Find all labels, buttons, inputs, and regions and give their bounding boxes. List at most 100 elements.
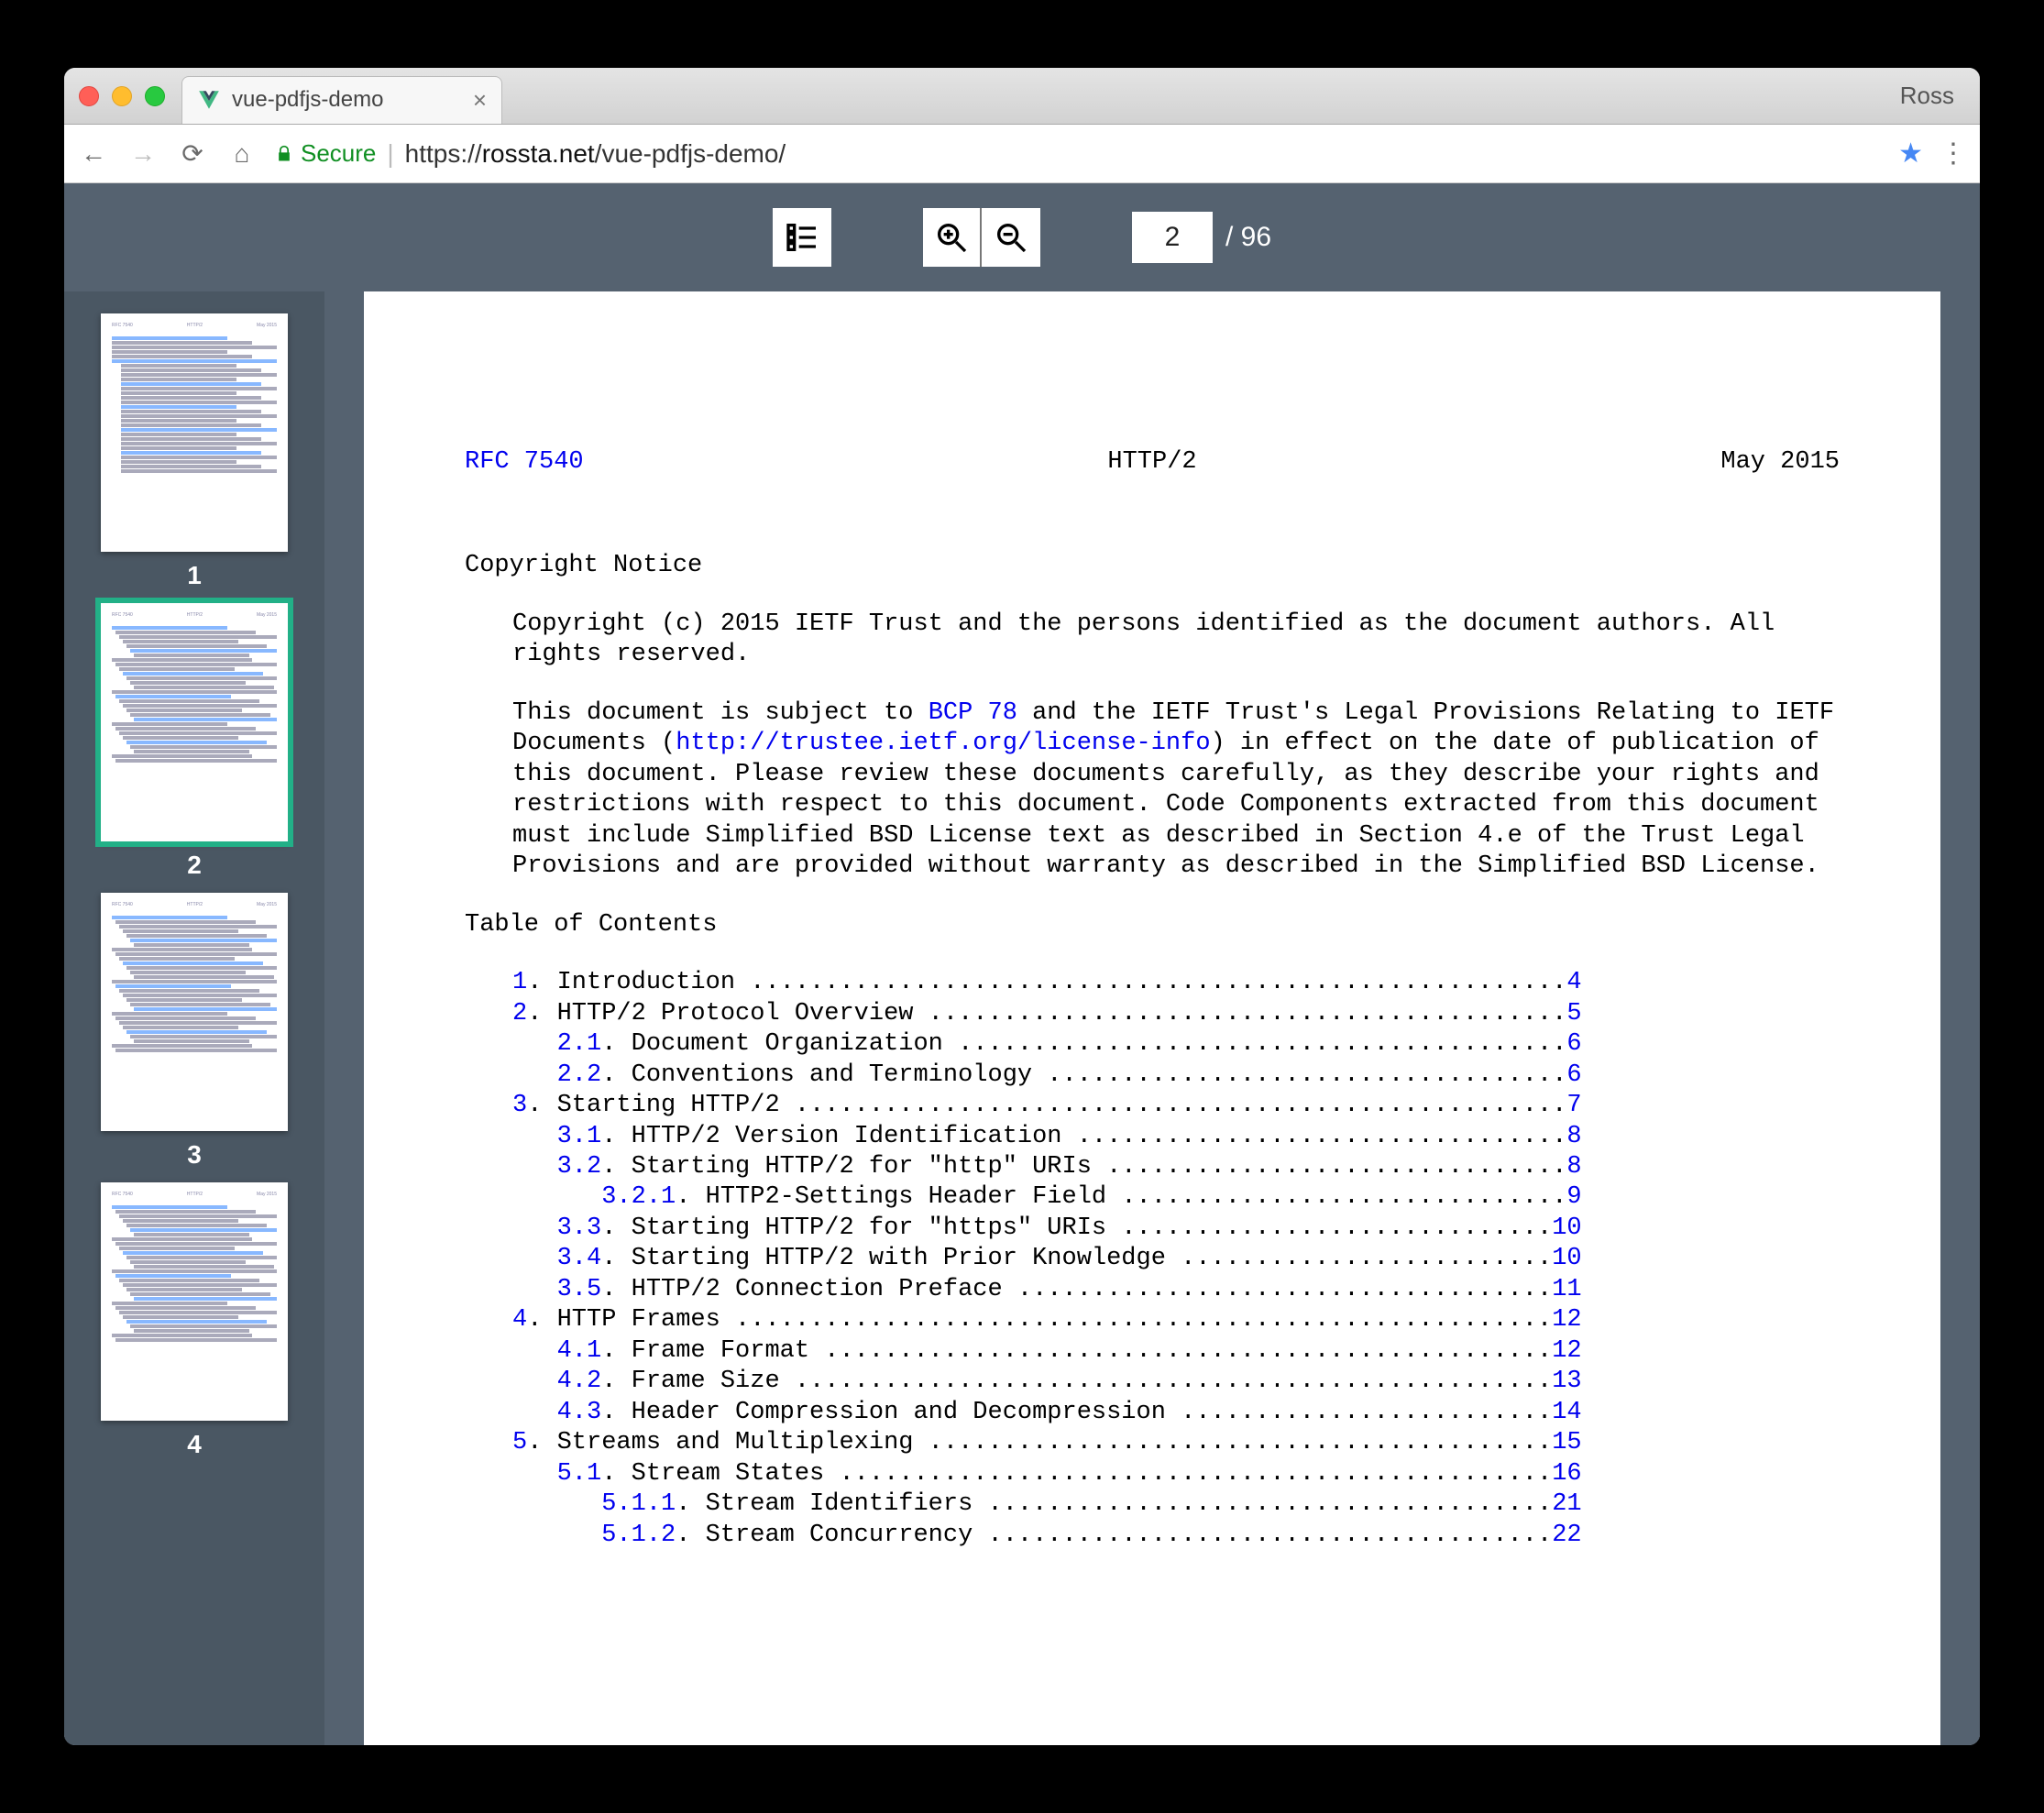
toc-page-link[interactable]: 11 xyxy=(1552,1276,1581,1303)
toc-page-link[interactable]: 6 xyxy=(1566,1061,1581,1089)
bcp78-link[interactable]: BCP 78 xyxy=(929,699,1017,727)
thumbnail-page-3[interactable]: RFC 7540HTTP/2May 2015 xyxy=(101,893,288,1131)
pdf-page: RFC 7540 HTTP/2 May 2015 Copyright Notic… xyxy=(364,291,1940,1745)
zoom-in-icon xyxy=(933,219,970,256)
toc-section-link[interactable]: 4.2 xyxy=(557,1368,602,1395)
toc-entry: 3.3. Starting HTTP/2 for "https" URIs ..… xyxy=(512,1214,1840,1244)
thumbnail-label: 4 xyxy=(187,1430,202,1459)
toc-section-link[interactable]: 3.1 xyxy=(557,1123,602,1150)
zoom-out-button[interactable] xyxy=(982,208,1040,267)
tab-title: vue-pdfjs-demo xyxy=(232,87,383,113)
profile-label[interactable]: Ross xyxy=(1900,82,1954,110)
titlebar: vue-pdfjs-demo × Ross xyxy=(64,68,1980,125)
toggle-thumbnails-button[interactable] xyxy=(773,208,831,267)
toc-entry: 3.4. Starting HTTP/2 with Prior Knowledg… xyxy=(512,1244,1840,1274)
table-of-contents: 1. Introduction ........................… xyxy=(465,968,1840,1551)
copyright-heading: Copyright Notice xyxy=(465,551,1840,581)
toc-page-link[interactable]: 9 xyxy=(1566,1183,1581,1211)
toc-section-link[interactable]: 3 xyxy=(512,1092,527,1119)
home-button[interactable]: ⌂ xyxy=(225,139,258,169)
toc-page-link[interactable]: 21 xyxy=(1552,1490,1581,1518)
toc-section-link[interactable]: 2.2 xyxy=(557,1061,602,1089)
favicon-vue-icon xyxy=(197,88,221,112)
toc-page-link[interactable]: 14 xyxy=(1552,1399,1581,1426)
rfc-link[interactable]: RFC 7540 xyxy=(465,447,584,478)
toc-heading: Table of Contents xyxy=(465,910,1840,940)
url-field[interactable]: Secure | https://rossta.net/vue-pdfjs-de… xyxy=(275,139,1882,169)
toc-page-link[interactable]: 10 xyxy=(1552,1214,1581,1242)
toc-section-link[interactable]: 5.1 xyxy=(557,1460,602,1488)
toc-section-link[interactable]: 4.3 xyxy=(557,1399,602,1426)
forward-button[interactable]: → xyxy=(126,139,159,169)
toc-page-link[interactable]: 16 xyxy=(1552,1460,1581,1488)
toc-page-link[interactable]: 22 xyxy=(1552,1522,1581,1549)
thumbnail-page-4[interactable]: RFC 7540HTTP/2May 2015 xyxy=(101,1182,288,1421)
toc-entry: 5.1.1. Stream Identifiers ..............… xyxy=(512,1489,1840,1520)
toc-entry: 5. Streams and Multiplexing ............… xyxy=(512,1428,1840,1458)
maximize-window-button[interactable] xyxy=(145,86,165,106)
page-controls: / 96 xyxy=(1132,212,1271,263)
toc-entry: 4.2. Frame Size ........................… xyxy=(512,1367,1840,1397)
thumbnails-icon xyxy=(784,219,820,256)
toc-section-link[interactable]: 3.4 xyxy=(557,1245,602,1272)
close-window-button[interactable] xyxy=(79,86,99,106)
doc-date: May 2015 xyxy=(1720,447,1840,478)
toc-entry: 2.2. Conventions and Terminology .......… xyxy=(512,1060,1840,1091)
traffic-lights xyxy=(79,86,165,106)
thumbnail-sidebar[interactable]: RFC 7540HTTP/2May 2015 1 RFC 7540HTTP/2May… xyxy=(64,291,324,1745)
toc-section-link[interactable]: 4.1 xyxy=(557,1337,602,1365)
toc-page-link[interactable]: 12 xyxy=(1552,1306,1581,1334)
toc-entry: 2. HTTP/2 Protocol Overview ............… xyxy=(512,999,1840,1029)
back-button[interactable]: ← xyxy=(77,139,110,169)
thumbnail-page-2[interactable]: RFC 7540HTTP/2May 2015 xyxy=(101,603,288,841)
toc-page-link[interactable]: 7 xyxy=(1566,1092,1581,1119)
page-header: RFC 7540 HTTP/2 May 2015 xyxy=(465,447,1840,478)
zoom-in-button[interactable] xyxy=(923,208,982,267)
license-info-link[interactable]: http://trustee.ietf.org/license-info xyxy=(676,730,1210,757)
toc-page-link[interactable]: 6 xyxy=(1566,1030,1581,1058)
toc-page-link[interactable]: 5 xyxy=(1566,1000,1581,1027)
lock-icon xyxy=(275,145,293,163)
toc-entry: 3.2. Starting HTTP/2 for "http" URIs ...… xyxy=(512,1152,1840,1182)
bookmark-star-icon[interactable]: ★ xyxy=(1898,137,1923,170)
toc-page-link[interactable]: 10 xyxy=(1552,1245,1581,1272)
toc-section-link[interactable]: 2 xyxy=(512,1000,527,1027)
toc-section-link[interactable]: 3.2 xyxy=(557,1153,602,1181)
toc-section-link[interactable]: 5.1.2 xyxy=(601,1522,676,1549)
pdf-toolbar: / 96 xyxy=(64,183,1980,291)
thumbnail-page-1[interactable]: RFC 7540HTTP/2May 2015 xyxy=(101,313,288,552)
thumbnail-label: 1 xyxy=(187,561,202,590)
toc-entry: 5.1.2. Stream Concurrency ..............… xyxy=(512,1521,1840,1551)
browser-window: vue-pdfjs-demo × Ross ← → ⟳ ⌂ Secure | h… xyxy=(64,68,1980,1745)
address-bar: ← → ⟳ ⌂ Secure | https://rossta.net/vue-… xyxy=(64,125,1980,183)
thumbnail-label: 3 xyxy=(187,1140,202,1170)
toc-section-link[interactable]: 4 xyxy=(512,1306,527,1334)
doc-title: HTTP/2 xyxy=(1107,447,1196,478)
toc-entry: 3.5. HTTP/2 Connection Preface .........… xyxy=(512,1275,1840,1305)
toc-page-link[interactable]: 4 xyxy=(1566,969,1581,996)
reload-button[interactable]: ⟳ xyxy=(176,138,209,169)
toc-page-link[interactable]: 8 xyxy=(1566,1153,1581,1181)
toc-section-link[interactable]: 1 xyxy=(512,969,527,996)
toc-page-link[interactable]: 8 xyxy=(1566,1123,1581,1150)
toc-section-link[interactable]: 5.1.1 xyxy=(601,1490,676,1518)
toc-section-link[interactable]: 3.2.1 xyxy=(601,1183,676,1211)
close-tab-icon[interactable]: × xyxy=(473,86,487,115)
toc-entry: 4.3. Header Compression and Decompressio… xyxy=(512,1398,1840,1428)
toc-page-link[interactable]: 12 xyxy=(1552,1337,1581,1365)
toc-page-link[interactable]: 15 xyxy=(1552,1429,1581,1456)
zoom-controls xyxy=(923,208,1040,267)
toc-section-link[interactable]: 2.1 xyxy=(557,1030,602,1058)
toc-section-link[interactable]: 5 xyxy=(512,1429,527,1456)
page-number-input[interactable] xyxy=(1132,212,1213,263)
toc-section-link[interactable]: 3.3 xyxy=(557,1214,602,1242)
browser-menu-icon[interactable]: ⋮ xyxy=(1940,137,1967,170)
pdf-main-view[interactable]: RFC 7540 HTTP/2 May 2015 Copyright Notic… xyxy=(324,291,1980,1745)
pdf-viewer-app: / 96 RFC 7540HTTP/2May 20151RFC 7540HTTP… xyxy=(64,183,1980,1745)
browser-tab[interactable]: vue-pdfjs-demo × xyxy=(181,76,502,124)
minimize-window-button[interactable] xyxy=(112,86,132,106)
toc-page-link[interactable]: 13 xyxy=(1552,1368,1581,1395)
toc-section-link[interactable]: 3.5 xyxy=(557,1276,602,1303)
zoom-out-icon xyxy=(993,219,1029,256)
copyright-p2: This document is subject to BCP 78 and t… xyxy=(465,698,1840,883)
